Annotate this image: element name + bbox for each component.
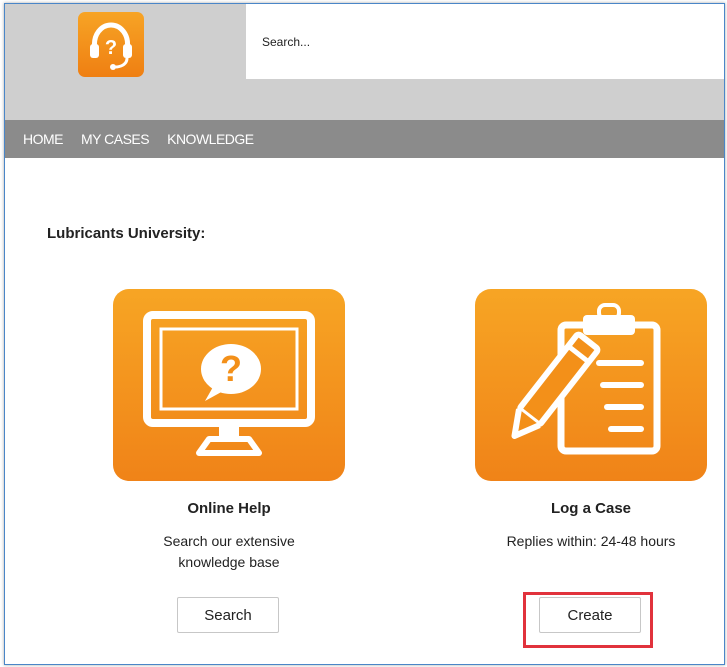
section-title: Lubricants University: [47, 225, 206, 242]
nav-item-home[interactable]: HOME [23, 131, 64, 147]
svg-text:?: ? [105, 37, 117, 59]
main-nav: HOME MY CASES KNOWLEDGE [5, 120, 724, 158]
card-desc-line-1: Search our extensive [163, 533, 295, 549]
card-title-log-a-case: Log a Case [550, 500, 632, 517]
monitor-question-icon[interactable]: ? [113, 289, 345, 481]
card-title-online-help: Online Help [187, 500, 271, 517]
nav-item-my-cases[interactable]: MY CASES [81, 131, 150, 147]
header-bar: ? [5, 4, 724, 120]
card-desc-line-1: Replies within: 24-48 hours [506, 533, 676, 549]
highlight-box [523, 592, 653, 648]
window-frame: ? HOME MY CASES KNOWLEDGE Lubricants Uni… [4, 3, 725, 665]
nav-item-knowledge[interactable]: KNOWLEDGE [167, 131, 254, 147]
svg-text:?: ? [220, 348, 242, 389]
card-desc-line-2: knowledge base [178, 554, 280, 570]
search-button[interactable]: Search [177, 597, 279, 633]
clipboard-pencil-icon[interactable] [475, 289, 707, 481]
search-input[interactable] [246, 4, 724, 79]
headset-question-icon[interactable]: ? [78, 12, 144, 77]
